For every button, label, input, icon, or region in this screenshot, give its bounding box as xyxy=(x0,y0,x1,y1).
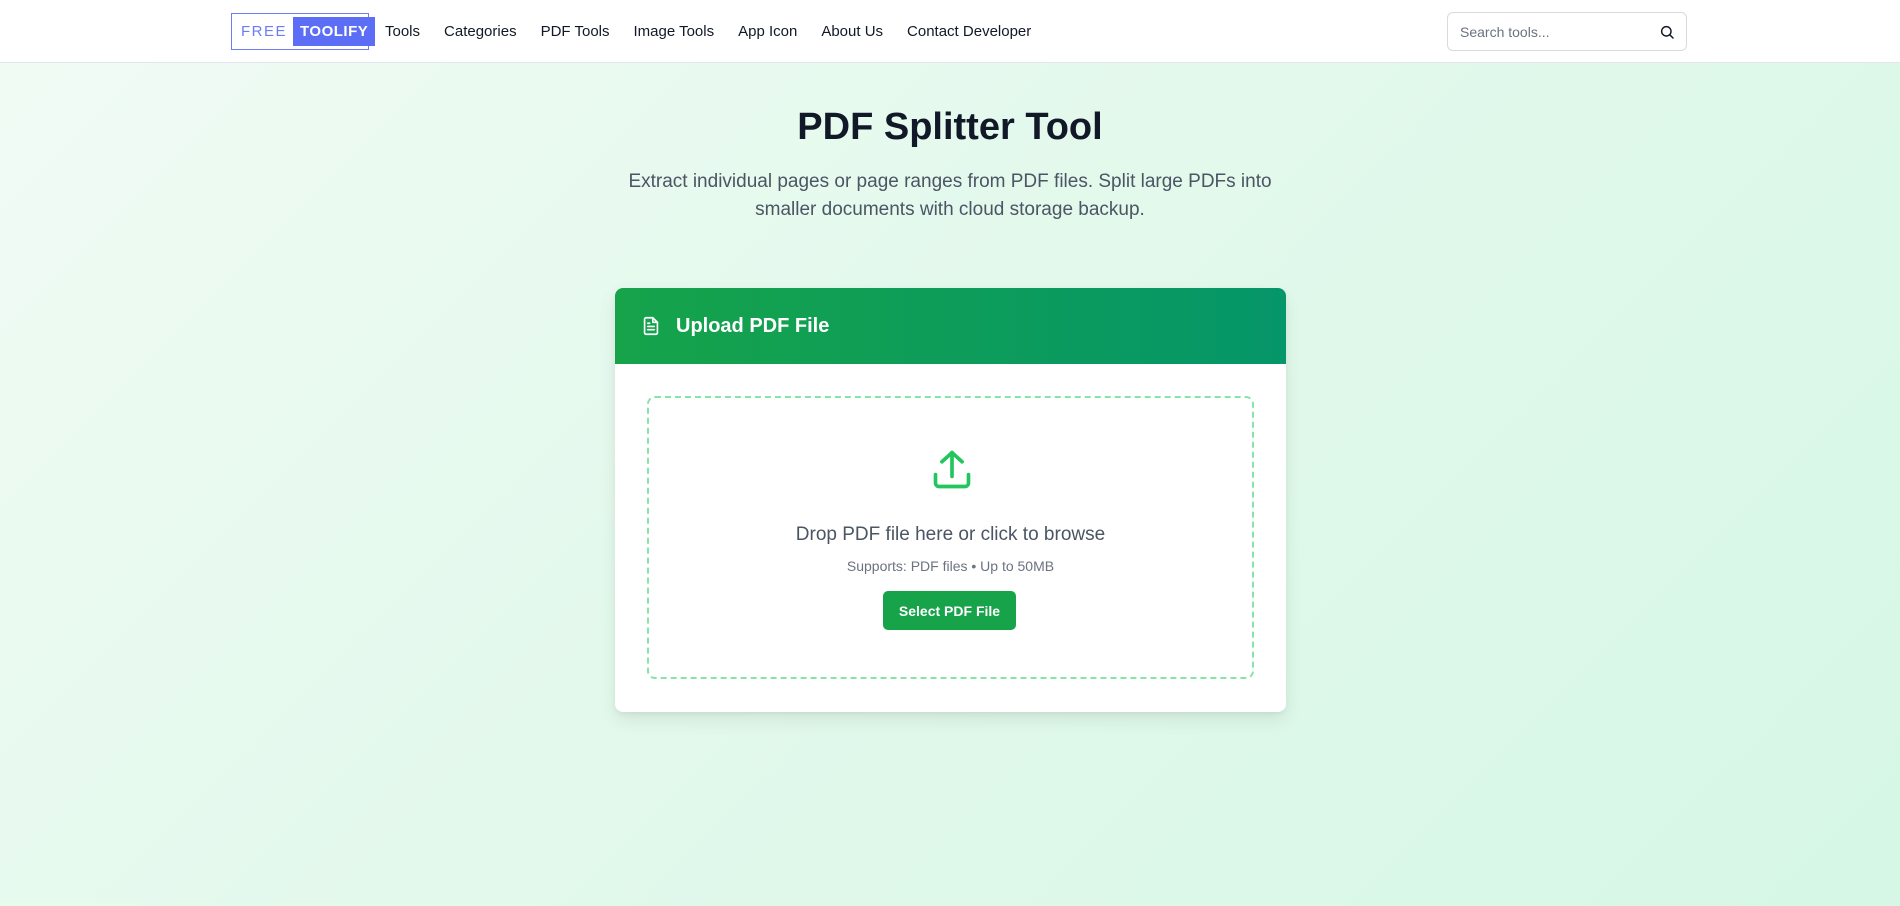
upload-card: Upload PDF File Drop PDF file here or cl… xyxy=(615,288,1286,712)
logo-free-text: FREE xyxy=(241,23,288,40)
logo-toolify-text: TOOLIFY xyxy=(293,17,376,46)
search-icon[interactable] xyxy=(1659,24,1675,40)
nav-item-contact-developer[interactable]: Contact Developer xyxy=(907,23,1031,40)
dropzone-supported-formats: Supports: PDF files • Up to 50MB xyxy=(846,558,1055,574)
nav-item-pdf-tools[interactable]: PDF Tools xyxy=(541,23,610,40)
nav-item-app-icon[interactable]: App Icon xyxy=(738,23,797,40)
top-navbar: FREE TOOLIFY Tools Categories PDF Tools … xyxy=(0,0,1900,63)
upload-card-title: Upload PDF File xyxy=(676,314,830,337)
search-box xyxy=(1447,12,1687,51)
main-nav: Tools Categories PDF Tools Image Tools A… xyxy=(385,0,1055,63)
page-subtitle: Extract individual pages or page ranges … xyxy=(628,171,1272,220)
select-pdf-button[interactable]: Select PDF File xyxy=(883,591,1016,630)
file-dropzone[interactable]: Drop PDF file here or click to browse Su… xyxy=(647,396,1254,679)
nav-item-about-us[interactable]: About Us xyxy=(821,23,883,40)
dropzone-instruction: Drop PDF file here or click to browse xyxy=(795,524,1106,545)
upload-card-header: Upload PDF File xyxy=(615,288,1286,364)
site-logo[interactable]: FREE TOOLIFY xyxy=(231,13,376,50)
page-title: PDF Splitter Tool xyxy=(797,106,1103,148)
document-icon xyxy=(643,316,659,336)
nav-item-image-tools[interactable]: Image Tools xyxy=(634,23,715,40)
upload-icon xyxy=(933,450,971,489)
nav-item-categories[interactable]: Categories xyxy=(444,23,517,40)
nav-item-tools[interactable]: Tools xyxy=(385,23,420,40)
search-input[interactable] xyxy=(1448,13,1643,50)
